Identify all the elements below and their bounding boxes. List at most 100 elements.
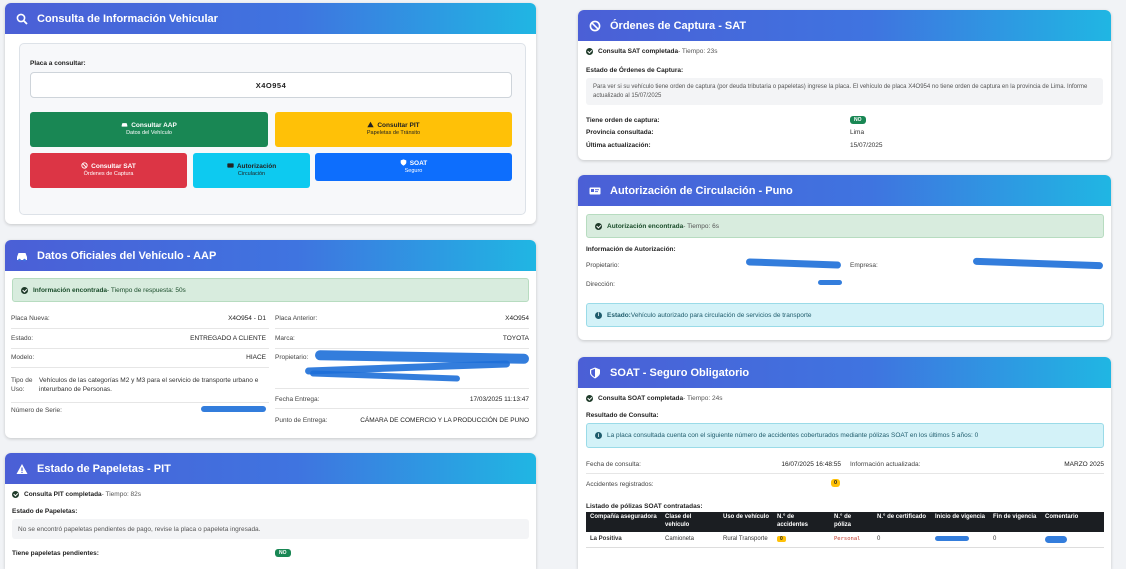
table-cell <box>931 531 989 548</box>
consultar-sat-button[interactable]: Consultar SAT Órdenes de Captura <box>30 153 187 188</box>
auth-info-label: Información de Autorización: <box>586 246 676 253</box>
table-cell <box>1041 531 1104 548</box>
divider <box>11 348 269 349</box>
pit-pendientes-badge: NO <box>275 549 291 557</box>
divider <box>275 388 529 389</box>
table-cell: 0 <box>989 531 1041 548</box>
table-cell: La Positiva <box>586 531 661 548</box>
consultar-sat-label: Consultar SAT <box>91 163 136 171</box>
right-column: Órdenes de Captura - SAT Consulta SAT co… <box>548 0 1126 569</box>
ban-icon <box>81 162 88 169</box>
sat-message-box: Para ver si su vehículo tiene orden de c… <box>586 78 1103 105</box>
warning-icon <box>367 121 375 128</box>
auth-propietario-label: Propietario: <box>586 262 620 269</box>
query-form: Placa a consultar: X4O954 Consultar AAP … <box>19 43 526 215</box>
sat-estado-label: Estado de Órdenes de Captura: <box>586 67 684 74</box>
table-cell-text: 0 <box>993 536 997 543</box>
table-cell-text: Personal <box>834 536 861 543</box>
propietario-label: Propietario: <box>275 354 309 361</box>
consultar-pit-sub: Papeletas de Tránsito <box>366 130 421 137</box>
soat-fecha-value: 16/07/2025 16:48:55 <box>781 461 841 468</box>
table-header-cell: Inicio de vigencia <box>931 512 989 532</box>
sat-header: Órdenes de Captura - SAT <box>578 10 1111 41</box>
aap-header: Datos Oficiales del Vehículo - AAP <box>5 240 536 271</box>
pit-estado-label: Estado de Papeletas: <box>12 508 78 515</box>
pit-card: Estado de Papeletas - PIT Consulta PIT c… <box>5 453 536 569</box>
table-cell-text: Camioneta <box>665 536 695 543</box>
table-header-cell: N.° de certificado <box>873 512 931 532</box>
fecha-entrega-value: 17/03/2025 11:13:47 <box>469 396 529 403</box>
sat-status-bold: Consulta SAT completada <box>598 48 679 55</box>
divider <box>275 408 529 409</box>
shield-icon <box>400 158 407 166</box>
sat-actualizacion-label: Última actualización: <box>586 142 651 149</box>
car-icon <box>121 123 128 127</box>
check-circle-icon <box>12 491 19 498</box>
estado-label: Estado: <box>11 335 34 342</box>
auth-alert-bold: Autorización encontrada <box>607 222 684 230</box>
sat-orden-label: Tiene orden de captura: <box>586 117 660 124</box>
sat-provincia-label: Provincia consultada: <box>586 129 654 136</box>
pit-message: No se encontró papeletas pendientes de p… <box>18 525 261 533</box>
fecha-entrega-label: Fecha Entrega: <box>275 396 320 403</box>
divider <box>11 402 269 403</box>
table-cell: 0 <box>873 531 931 548</box>
autorizacion-button[interactable]: Autorización Circulación <box>193 153 310 188</box>
table-cell: Camioneta <box>661 531 719 548</box>
soat-listado-label: Listado de pólizas SOAT contratadas: <box>586 503 703 510</box>
vehicle-query-title: Consulta de Información Vehicular <box>37 12 218 25</box>
check-circle-icon <box>586 395 593 402</box>
consultar-aap-label: Consultar AAP <box>131 122 177 130</box>
pit-status: Consulta PIT completada - Tiempo: 82s <box>12 491 141 498</box>
soat-resultado-label: Resultado de Consulta: <box>586 412 659 419</box>
sat-status: Consulta SAT completada - Tiempo: 23s <box>586 48 717 55</box>
placa-nueva-label: Placa Nueva: <box>11 315 50 322</box>
soat-status-rest: - Tiempo: 24s <box>683 395 723 402</box>
ban-icon <box>588 19 602 33</box>
info-icon: i <box>595 432 602 439</box>
redacted-propietario <box>745 258 842 269</box>
auth-alert-rest: - Tiempo: 6s <box>683 222 719 230</box>
soat-accidentes-badge: 0 <box>831 479 841 487</box>
soat-header: SOAT - Seguro Obligatorio <box>578 357 1111 388</box>
divider <box>11 367 269 368</box>
consultar-aap-sub: Datos del Vehículo <box>126 130 172 137</box>
shield-icon <box>588 366 602 380</box>
redacted-comentario <box>1045 535 1067 543</box>
soat-status: Consulta SOAT completada - Tiempo: 24s <box>586 395 723 402</box>
autorizacion-label: Autorización <box>236 163 277 171</box>
vehicle-query-header: Consulta de Información Vehicular <box>5 3 536 34</box>
check-circle-icon <box>595 222 602 230</box>
soat-policies-table: Compañía aseguradora Clase del vehículo Us… <box>586 512 1104 548</box>
table-header-cell: Uso de vehículo <box>719 512 773 532</box>
sat-actualizacion-value: 15/07/2025 <box>850 142 883 149</box>
sat-orden-badge: NO <box>850 116 866 124</box>
pit-status-rest: - Tiempo: 82s <box>101 491 142 498</box>
table-header-cell: N.° de póliza <box>830 512 873 532</box>
table-header-cell: Compañía aseguradora <box>586 512 661 532</box>
autorizacion-sub: Circulación <box>237 171 266 178</box>
consultar-aap-button[interactable]: Consultar AAP Datos del Vehículo <box>30 112 268 147</box>
id-card-icon <box>588 184 602 198</box>
warning-icon <box>15 462 29 476</box>
auth-title: Autorización de Circulación - Puno <box>610 184 793 197</box>
consultar-pit-button[interactable]: Consultar PIT Papeletas de Tránsito <box>275 112 512 147</box>
placa-nueva-value: X4O954 - D1 <box>228 315 266 322</box>
soat-status-bold: Consulta SOAT completada <box>598 395 684 402</box>
plate-input-value: X4O954 <box>255 80 287 90</box>
table-header-cell: N.° de accidentes <box>773 512 830 532</box>
pit-pendientes-label: Tiene papeletas pendientes: <box>12 550 99 557</box>
redacted-direccion <box>818 280 842 285</box>
aap-alert: Información encontrada - Tiempo de respu… <box>12 278 529 302</box>
plate-input[interactable]: X4O954 <box>30 72 512 98</box>
soat-button[interactable]: SOAT Seguro <box>315 153 512 181</box>
divider <box>275 348 529 349</box>
redacted-serie <box>201 406 266 412</box>
table-cell-text: Rural Transporte <box>723 536 768 543</box>
consultar-pit-label: Consultar PIT <box>377 122 420 130</box>
sat-status-rest: - Tiempo: 23s <box>678 48 718 55</box>
auth-alert: Autorización encontrada - Tiempo: 6s <box>586 214 1104 238</box>
table-header-cell: Comentario <box>1041 512 1104 532</box>
soat-actualizada-value: MARZO 2025 <box>1064 461 1104 468</box>
auth-estado-rest: Vehículo autorizado para circulación de … <box>630 311 812 319</box>
